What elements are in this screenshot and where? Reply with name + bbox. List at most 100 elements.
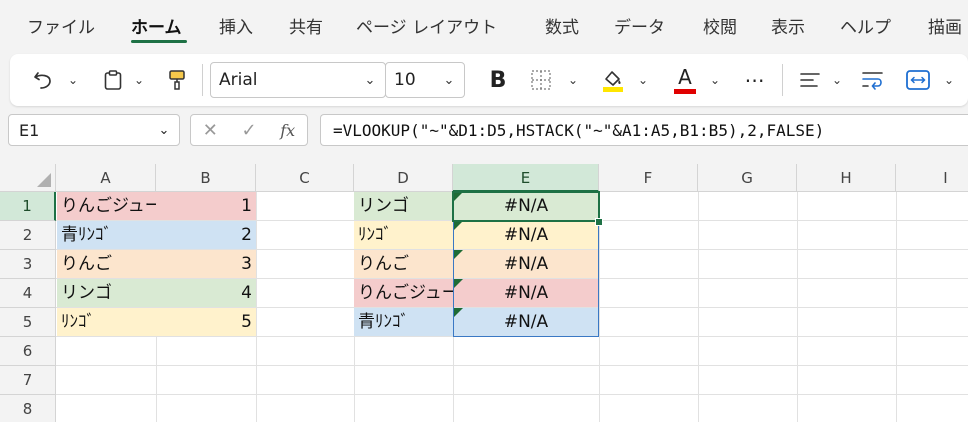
fill-color-dropdown-chevron-icon[interactable]: ⌄ — [632, 54, 654, 106]
cell-e2[interactable]: #N/A — [453, 221, 599, 249]
cell-b3[interactable]: 3 — [156, 250, 256, 278]
cell-b4[interactable]: 4 — [156, 279, 256, 307]
cell-b5[interactable]: 5 — [156, 308, 256, 336]
cell-a2[interactable]: 青ﾘﾝｺﾞ — [57, 221, 156, 249]
undo-dropdown-chevron-icon[interactable]: ⌄ — [62, 54, 84, 106]
cell-b1[interactable]: 1 — [156, 192, 256, 220]
borders-icon — [531, 70, 551, 90]
merge-cells-button[interactable] — [902, 54, 934, 106]
toolbar-separator — [202, 64, 203, 96]
name-box[interactable]: E1 ⌄ — [8, 114, 180, 146]
cell-a1[interactable]: りんごジュース — [57, 192, 156, 220]
cell-d3[interactable]: りんご — [354, 250, 453, 278]
font-name-value: Arial — [219, 70, 258, 90]
row-header-3[interactable]: 3 — [0, 250, 56, 279]
fill-bucket-icon — [603, 71, 623, 92]
chevron-down-icon: ⌄ — [443, 72, 455, 88]
more-options-icon[interactable]: ⋯ — [740, 54, 770, 106]
tab-data[interactable]: データ — [614, 13, 665, 38]
cell-e5-value: #N/A — [503, 312, 549, 332]
tab-formulas[interactable]: 数式 — [545, 13, 579, 38]
active-tab-indicator — [131, 40, 187, 43]
cell-e3-value: #N/A — [503, 254, 549, 274]
error-indicator-icon[interactable] — [453, 279, 463, 289]
font-name-select[interactable]: Arial ⌄ — [210, 62, 386, 98]
font-size-select[interactable]: 10 ⌄ — [385, 62, 465, 98]
cell-e4-value: #N/A — [503, 283, 549, 303]
row-header-7[interactable]: 7 — [0, 366, 56, 395]
column-header-e[interactable]: E — [453, 164, 599, 192]
paste-button[interactable] — [100, 54, 126, 106]
cell-e5[interactable]: #N/A — [453, 308, 599, 336]
row-header-8[interactable]: 8 — [0, 395, 56, 422]
font-color-dropdown-chevron-icon[interactable]: ⌄ — [704, 54, 726, 106]
name-box-value: E1 — [19, 120, 40, 140]
tab-view[interactable]: 表示 — [771, 13, 805, 38]
column-header-g[interactable]: G — [698, 164, 797, 192]
wrap-text-button[interactable] — [858, 54, 888, 106]
undo-button[interactable] — [28, 54, 58, 106]
insert-function-button[interactable]: fx — [280, 121, 295, 140]
formula-input[interactable]: =VLOOKUP("~"&D1:D5,HSTACK("~"&A1:A5,B1:B… — [320, 114, 968, 146]
error-indicator-icon[interactable] — [453, 192, 463, 202]
tab-insert[interactable]: 挿入 — [219, 13, 253, 38]
fill-color-button[interactable] — [598, 54, 628, 106]
row-header-2[interactable]: 2 — [0, 221, 56, 250]
fill-handle[interactable] — [595, 218, 603, 226]
cell-a3[interactable]: りんご — [57, 250, 156, 278]
undo-icon — [34, 72, 51, 89]
column-header-c[interactable]: C — [256, 164, 354, 192]
column-header-h[interactable]: H — [797, 164, 896, 192]
gridline — [56, 394, 968, 395]
column-header-i[interactable]: I — [896, 164, 968, 192]
row-header-4[interactable]: 4 — [0, 279, 56, 308]
cell-a4[interactable]: リンゴ — [57, 279, 156, 307]
cancel-x-icon[interactable]: ✕ — [203, 120, 218, 141]
row-header-5[interactable]: 5 — [0, 308, 56, 337]
merge-dropdown-chevron-icon[interactable]: ⌄ — [938, 54, 960, 106]
font-color-button[interactable]: A — [670, 54, 700, 106]
cell-d2[interactable]: ﾘﾝｺﾞ — [354, 221, 453, 249]
error-indicator-icon[interactable] — [453, 250, 463, 260]
gridline — [56, 336, 968, 337]
column-header-f[interactable]: F — [599, 164, 698, 192]
align-button[interactable] — [796, 54, 824, 106]
cell-b2[interactable]: 2 — [156, 221, 256, 249]
ribbon-tabs: ファイル ホーム 挿入 共有 ページ レイアウト 数式 データ 校閲 表示 ヘル… — [0, 0, 968, 48]
tab-file[interactable]: ファイル — [27, 13, 95, 38]
select-all-button[interactable] — [0, 164, 56, 192]
cell-d4[interactable]: りんごジュース — [354, 279, 453, 307]
format-painter-button[interactable] — [164, 54, 190, 106]
cell-e1[interactable]: #N/A — [453, 192, 599, 220]
tab-share[interactable]: 共有 — [289, 13, 323, 38]
enter-check-icon[interactable]: ✓ — [242, 120, 257, 141]
cell-a5[interactable]: ﾘﾝｺﾞ — [57, 308, 156, 336]
align-left-icon — [800, 73, 820, 87]
tab-page-layout[interactable]: ページ レイアウト — [356, 13, 497, 38]
cell-d1[interactable]: リンゴ — [354, 192, 453, 220]
cell-d5[interactable]: 青ﾘﾝｺﾞ — [354, 308, 453, 336]
column-header-a[interactable]: A — [56, 164, 156, 192]
cell-e3[interactable]: #N/A — [453, 250, 599, 278]
bold-button[interactable]: B — [484, 54, 512, 106]
error-indicator-icon[interactable] — [453, 221, 463, 231]
cell-e2-value: #N/A — [503, 225, 549, 245]
align-dropdown-chevron-icon[interactable]: ⌄ — [826, 54, 848, 106]
row-header-6[interactable]: 6 — [0, 337, 56, 366]
error-indicator-icon[interactable] — [453, 308, 463, 318]
paste-dropdown-chevron-icon[interactable]: ⌄ — [128, 54, 150, 106]
row-header-1[interactable]: 1 — [0, 192, 56, 221]
tab-draw[interactable]: 描画 — [928, 13, 962, 38]
borders-dropdown-chevron-icon[interactable]: ⌄ — [562, 54, 584, 106]
tab-help[interactable]: ヘルプ — [840, 13, 891, 38]
borders-button[interactable] — [527, 54, 555, 106]
cell-e4[interactable]: #N/A — [453, 279, 599, 307]
tab-home[interactable]: ホーム — [131, 13, 182, 38]
clipboard-icon — [104, 70, 122, 90]
tab-review[interactable]: 校閲 — [703, 13, 737, 38]
toolbar-separator — [782, 64, 783, 96]
gridline — [56, 365, 968, 366]
column-header-b[interactable]: B — [156, 164, 256, 192]
column-header-d[interactable]: D — [354, 164, 453, 192]
spreadsheet-grid[interactable]: A B C D E F G H I 1 2 3 4 5 6 7 8 りんごジュー… — [0, 164, 968, 422]
